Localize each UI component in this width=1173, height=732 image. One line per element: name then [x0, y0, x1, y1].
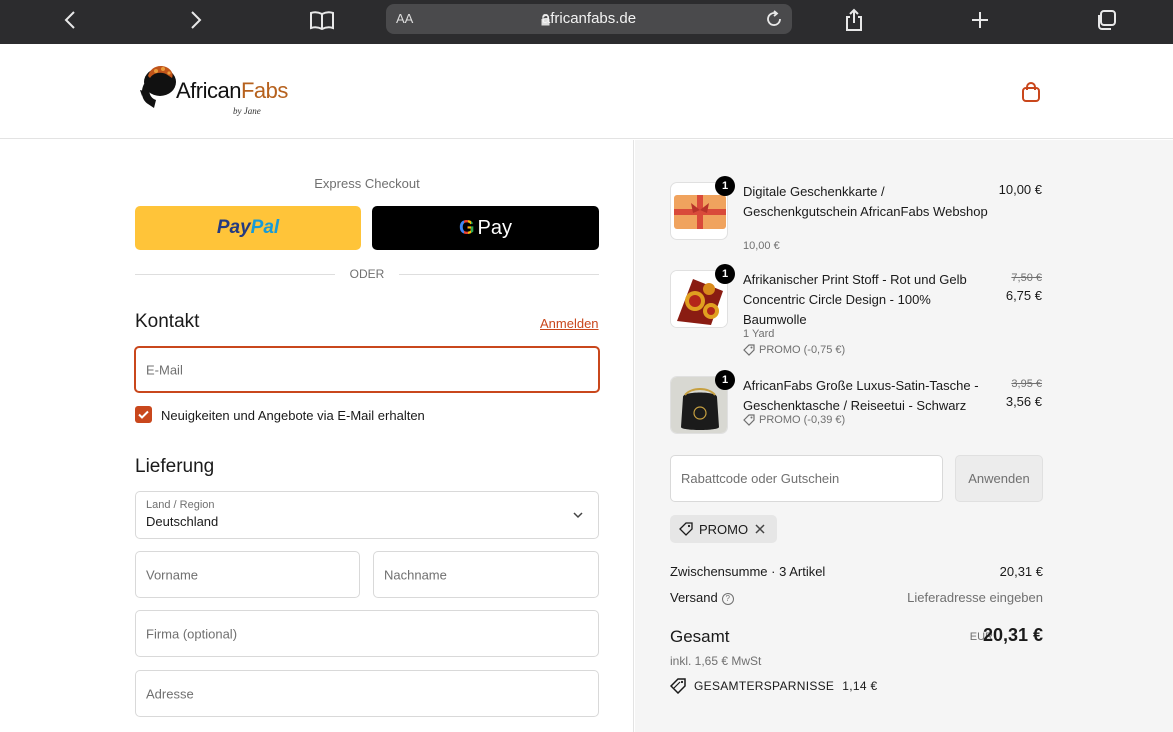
- login-link[interactable]: Anmelden: [540, 316, 599, 331]
- logo-wordmark-main: African: [176, 78, 241, 103]
- or-divider: ODER: [135, 267, 599, 281]
- total-savings: GESAMTERSPARNISSE 1,14 €: [670, 678, 877, 694]
- item-discount-label: PROMO (-0,75 €): [759, 344, 846, 356]
- shipping-label: Versand: [670, 590, 718, 605]
- logo-silhouette-icon: [140, 66, 176, 108]
- back-icon[interactable]: [54, 6, 86, 34]
- subtotal-value: 20,31 €: [999, 564, 1043, 579]
- newsletter-label: Neuigkeiten und Angebote via E-Mail erha…: [161, 408, 425, 423]
- promo-code-label: PROMO: [699, 521, 749, 537]
- bookmarks-icon[interactable]: [306, 6, 338, 34]
- logo-byline: by Jane: [233, 106, 261, 116]
- item-title: AfricanFabs Große Luxus-Satin-Tasche - G…: [743, 378, 979, 413]
- new-tab-icon[interactable]: [964, 6, 996, 34]
- tag-icon: [670, 678, 686, 694]
- share-icon[interactable]: [838, 6, 870, 34]
- chevron-down-icon: [573, 512, 583, 519]
- remove-promo-icon[interactable]: [754, 523, 766, 535]
- logo-wordmark-accent: Fabs: [240, 78, 288, 103]
- google-pay-button[interactable]: G Pay: [372, 206, 599, 250]
- google-pay-label: Pay: [477, 216, 513, 239]
- applied-promo-tag: PROMO: [670, 515, 777, 543]
- browser-toolbar: AA africanfabs.de: [0, 0, 1173, 44]
- cart-item: 1 Digitale Geschenkkarte / Geschenkgutsc…: [670, 176, 1042, 257]
- cart-icon[interactable]: [1020, 81, 1042, 108]
- shop-header: AfricanFabs by Jane: [0, 44, 1173, 139]
- google-g-icon: G: [458, 216, 475, 239]
- item-original-price: 7,50 €: [1011, 272, 1042, 284]
- email-field[interactable]: E-Mail: [134, 346, 600, 393]
- tax-note: inkl. 1,65 € MwSt: [670, 654, 762, 668]
- url-text: africanfabs.de: [541, 10, 637, 27]
- country-value: Deutschland: [146, 514, 219, 529]
- shipping-value: Lieferadresse eingeben: [907, 590, 1043, 605]
- contact-title: Kontakt: [135, 311, 200, 332]
- last-name-placeholder: Nachname: [384, 567, 447, 582]
- quantity-badge: 1: [715, 176, 735, 196]
- item-unit-price: 10,00 €: [743, 240, 780, 252]
- paypal-logo-pal: Pal: [250, 217, 280, 238]
- country-select[interactable]: Land / Region Deutschland: [135, 491, 599, 539]
- savings-value: 1,14 €: [842, 679, 878, 693]
- reload-icon[interactable]: [764, 9, 784, 34]
- delivery-title: Lieferung: [135, 456, 215, 477]
- paypal-logo-pay: Pay: [216, 217, 251, 238]
- subtotal-label: Zwischensumme · 3 Artikel: [670, 564, 826, 579]
- total-label: Gesamt: [670, 627, 730, 646]
- item-price: 6,75 €: [1005, 288, 1042, 303]
- discount-code-placeholder: Rabattcode oder Gutschein: [681, 471, 840, 486]
- quantity-badge: 1: [715, 370, 735, 390]
- first-name-placeholder: Vorname: [146, 567, 199, 582]
- item-price: 10,00 €: [998, 182, 1042, 197]
- tag-icon: [679, 522, 693, 536]
- company-placeholder: Firma (optional): [146, 626, 238, 641]
- apply-discount-button[interactable]: Anwenden: [955, 455, 1043, 502]
- item-price: 3,56 €: [1005, 394, 1042, 409]
- order-summary: 1 Digitale Geschenkkarte / Geschenkgutsc…: [635, 140, 1173, 732]
- cart-item: 1 AfricanFabs Große Luxus-Satin-Tasche -…: [670, 370, 1042, 436]
- newsletter-checkbox[interactable]: [135, 406, 152, 423]
- item-discount: PROMO (-0,75 €): [743, 344, 845, 356]
- tag-icon: [743, 344, 755, 356]
- forward-icon[interactable]: [180, 6, 212, 34]
- logo-wordmark: AfricanFabs: [176, 78, 288, 104]
- item-discount-label: PROMO (-0,39 €): [759, 414, 846, 426]
- shipping-label-row: Versand?: [670, 590, 734, 605]
- checkout-form: Express Checkout Pay Pal G Pay ODER Kontak…: [0, 140, 634, 732]
- company-field[interactable]: Firma (optional): [135, 610, 599, 657]
- checkmark-icon: [138, 410, 149, 419]
- tag-icon: [743, 414, 755, 426]
- address-bar[interactable]: AA africanfabs.de: [386, 4, 792, 34]
- first-name-field[interactable]: Vorname: [135, 551, 360, 598]
- item-title: Digitale Geschenkkarte / Geschenkgutsche…: [743, 184, 988, 219]
- help-icon[interactable]: ?: [721, 592, 734, 605]
- divider-line-right: [399, 274, 599, 275]
- email-placeholder: E-Mail: [146, 362, 183, 377]
- tabs-overview-icon[interactable]: [1090, 6, 1122, 34]
- discount-code-input[interactable]: Rabattcode oder Gutschein: [670, 455, 943, 502]
- item-variant: 1 Yard: [743, 328, 775, 340]
- address-placeholder: Adresse: [146, 686, 194, 701]
- country-label: Land / Region: [146, 499, 215, 511]
- cart-item: 1 Afrikanischer Print Stoff - Rot und Ge…: [670, 264, 1042, 360]
- quantity-badge: 1: [715, 264, 735, 284]
- express-checkout-title: Express Checkout: [314, 176, 420, 191]
- africanfabs-logo[interactable]: AfricanFabs by Jane: [136, 64, 288, 120]
- item-discount: PROMO (-0,39 €): [743, 414, 845, 426]
- total-value: 20,31 €: [982, 625, 1043, 645]
- savings-label: GESAMTERSPARNISSE: [694, 679, 835, 693]
- item-original-price: 3,95 €: [1011, 378, 1042, 390]
- item-title: Afrikanischer Print Stoff - Rot und Gelb…: [743, 272, 967, 327]
- last-name-field[interactable]: Nachname: [373, 551, 599, 598]
- paypal-button[interactable]: Pay Pal: [135, 206, 361, 250]
- address-field[interactable]: Adresse: [135, 670, 599, 717]
